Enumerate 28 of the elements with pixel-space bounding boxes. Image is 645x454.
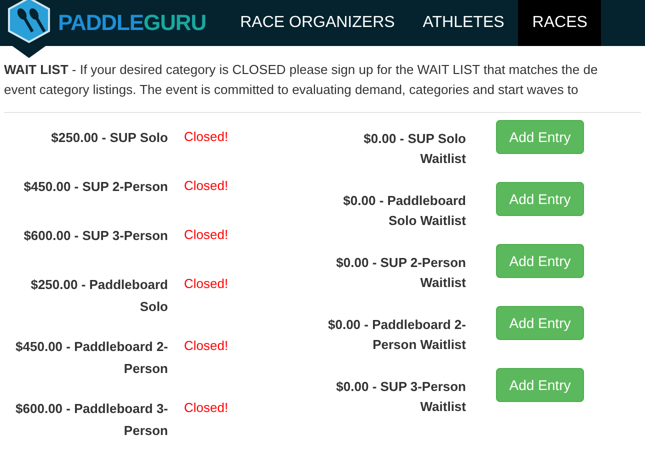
category-label: $600.00 - SUP 3-Person: [22, 227, 168, 245]
waitlist-label: $0.00 - Paddleboard Solo Waitlist: [342, 192, 466, 230]
add-entry-button[interactable]: Add Entry: [496, 120, 584, 154]
waitlist-label: $0.00 - Paddleboard 2-Person Waitlist: [327, 316, 466, 354]
logo-wordmark[interactable]: PADDLEGURU: [58, 12, 206, 34]
nav-tab[interactable]: ATHLETES: [408, 0, 518, 46]
closed-status: Closed!: [184, 276, 228, 292]
closed-status: Closed!: [184, 227, 228, 243]
add-entry-button[interactable]: Add Entry: [496, 368, 584, 402]
category-label: $450.00 - Paddleboard 2-Person: [14, 338, 168, 378]
closed-status: Closed!: [184, 129, 228, 145]
waitlist-label: $0.00 - SUP 3-Person Waitlist: [335, 378, 466, 416]
waitlist-label: $0.00 - SUP 2-Person Waitlist: [335, 254, 466, 292]
category-label: $450.00 - SUP 2-Person: [22, 178, 168, 196]
category-label: $600.00 - Paddleboard 3-Person: [14, 400, 168, 440]
closed-status: Closed!: [184, 338, 228, 354]
closed-status: Closed!: [184, 400, 228, 416]
waitlist-label: $0.00 - SUP Solo Waitlist: [362, 130, 466, 168]
add-entry-button[interactable]: Add Entry: [496, 182, 584, 216]
closed-status: Closed!: [184, 178, 228, 194]
nav-tab[interactable]: RACE ORGANIZERS: [226, 0, 409, 46]
notice-text: event category listings. The event is committed to evaluating demand, categories and start waves to: [4, 81, 580, 99]
category-label: $250.00 - Paddleboard Solo: [30, 276, 168, 316]
add-entry-button[interactable]: Add Entry: [496, 306, 584, 340]
nav-tab[interactable]: RACES: [518, 0, 602, 46]
notice-text: WAIT LIST - If your desired category is CLOSED please sign up for the WAIT LIST that matches the de: [4, 61, 599, 79]
add-entry-button[interactable]: Add Entry: [496, 244, 584, 278]
category-label: $250.00 - SUP Solo: [50, 129, 168, 147]
